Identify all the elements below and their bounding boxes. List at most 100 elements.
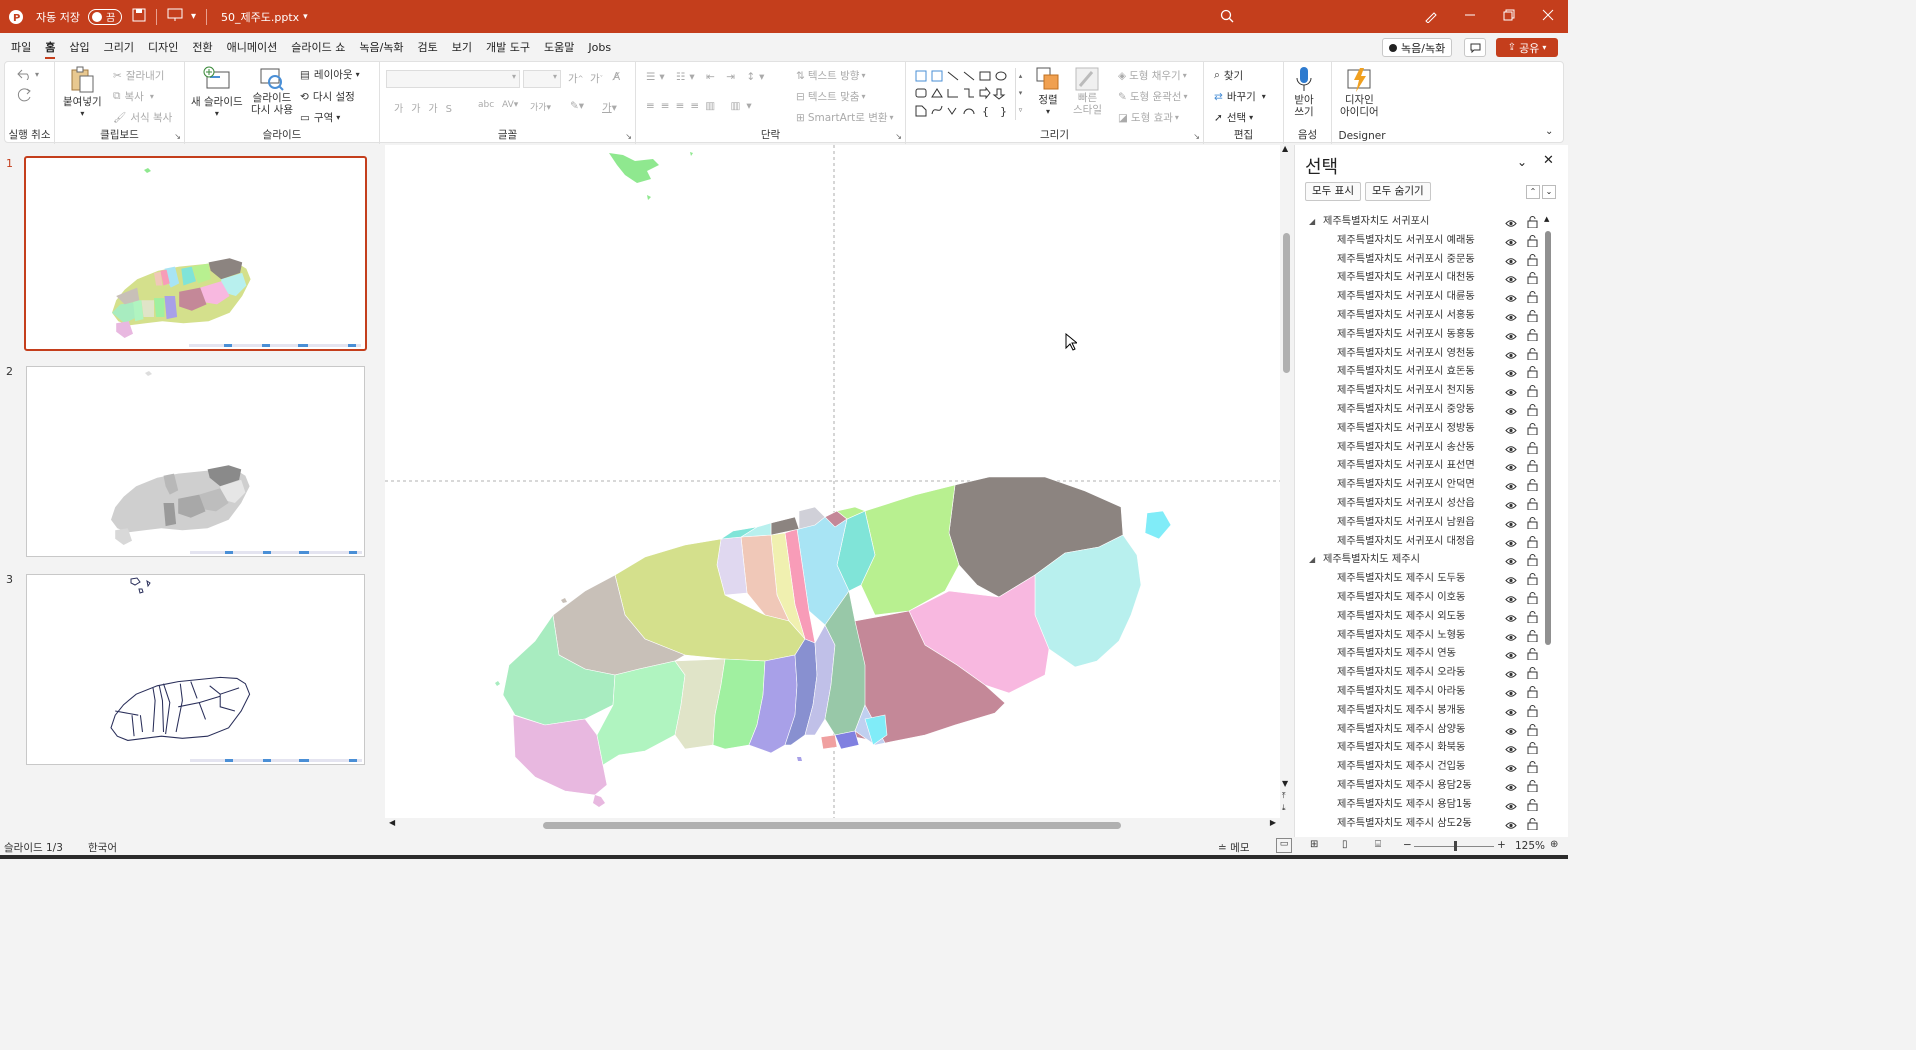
send-backward-icon[interactable]: ⌄ — [1542, 185, 1556, 199]
change-case-icon[interactable]: 가가▾ — [530, 100, 551, 113]
tab-transitions[interactable]: 전환 — [185, 37, 219, 59]
strikethrough-icon[interactable]: abc — [478, 100, 494, 110]
comments-button[interactable] — [1464, 38, 1486, 57]
fit-slide-icon[interactable]: ⊕ — [1550, 839, 1558, 850]
tab-help[interactable]: 도움말 — [537, 37, 581, 59]
slide-canvas[interactable] — [385, 145, 1280, 819]
tab-review[interactable]: 검토 — [411, 37, 445, 59]
tab-file[interactable]: 파일 — [4, 37, 38, 59]
autosave-toggle[interactable]: 끔 — [87, 8, 122, 25]
shapes-gallery[interactable]: {} — [914, 68, 1026, 120]
selection-item-row[interactable]: 제주특별자치도 제주시 이호동 — [1295, 589, 1555, 608]
vertical-scroll-thumb[interactable] — [1283, 233, 1290, 373]
filename-chevron-icon[interactable]: ▾ — [303, 12, 308, 22]
notes-button[interactable]: ≐ 메모 — [1218, 840, 1249, 855]
selection-item-row[interactable]: 제주특별자치도 서귀포시 중앙동 — [1295, 401, 1555, 420]
minimize-icon[interactable] — [1464, 9, 1476, 24]
font-family-box[interactable]: ▾ — [386, 70, 520, 88]
reuse-slides-button[interactable]: 슬라이드 다시 사용 — [251, 66, 293, 116]
select-button[interactable]: ➚ 선택 ▾ — [1214, 110, 1253, 125]
selection-item-row[interactable]: 제주특별자치도 서귀포시 동홍동 — [1295, 326, 1555, 345]
save-icon[interactable] — [132, 8, 146, 25]
selection-item-row[interactable]: 제주특별자치도 제주시 봉개동 — [1295, 702, 1555, 721]
shape-fill-button[interactable]: ◈ 도형 채우기 ▾ — [1118, 68, 1187, 83]
replace-button[interactable]: ⇄ 바꾸기 ▾ — [1214, 89, 1266, 104]
tab-record[interactable]: 녹음/녹화 — [352, 37, 410, 59]
align-text-button[interactable]: ⊟ 텍스트 맞춤 ▾ — [796, 89, 865, 104]
shapes-scroll[interactable]: ▴ ▾ ▿ — [1015, 68, 1025, 120]
collapse-triangle-icon[interactable]: ◢ — [1309, 213, 1315, 232]
highlight-icon[interactable]: ✎▾ — [570, 100, 584, 112]
language-indicator[interactable]: 한국어 — [88, 840, 117, 855]
slide-thumbnail-3[interactable] — [26, 574, 365, 765]
eye-icon[interactable] — [1505, 819, 1517, 838]
selection-item-row[interactable]: 제주특별자치도 제주시 건입동 — [1295, 758, 1555, 777]
zoom-level[interactable]: 125% — [1515, 840, 1545, 852]
tab-developer[interactable]: 개발 도구 — [479, 37, 537, 59]
selection-item-row[interactable]: 제주특별자치도 서귀포시 영천동 — [1295, 345, 1555, 364]
cut-button[interactable]: ✂ 잘라내기 — [113, 68, 164, 83]
selection-item-row[interactable]: 제주특별자치도 제주시 외도동 — [1295, 608, 1555, 627]
file-name[interactable]: 50_제주도.pptx — [221, 9, 299, 25]
selection-item-row[interactable]: 제주특별자치도 제주시 용담1동 — [1295, 796, 1555, 815]
tab-home[interactable]: 홈 — [38, 37, 62, 59]
tab-slideshow[interactable]: 슬라이드 쇼 — [284, 37, 352, 59]
arrange-button[interactable]: 정렬 ▾ — [1035, 66, 1061, 116]
tab-jobs[interactable]: Jobs — [581, 37, 618, 59]
reading-view-icon[interactable]: ▯ — [1342, 839, 1348, 850]
zoom-in-icon[interactable]: + — [1497, 839, 1506, 851]
paragraph-launcher-icon[interactable]: ↘ — [895, 132, 902, 141]
tab-design[interactable]: 디자인 — [141, 37, 185, 59]
clipboard-launcher-icon[interactable]: ↘ — [174, 132, 181, 141]
alignment-buttons[interactable]: ≡≡≡≡▥ ▥▾ — [646, 100, 758, 112]
bring-forward-icon[interactable]: ⌃ — [1526, 185, 1540, 199]
record-button[interactable]: 녹음/녹화 — [1382, 38, 1453, 57]
pane-options-icon[interactable]: ⌄ — [1517, 155, 1527, 169]
slide-sorter-icon[interactable]: ⊞ — [1310, 839, 1318, 850]
tab-draw[interactable]: 그리기 — [97, 37, 141, 59]
format-painter-button[interactable]: 🖌 서식 복사 — [113, 110, 172, 125]
selection-item-row[interactable]: 제주특별자치도 서귀포시 서홍동 — [1295, 307, 1555, 326]
selection-item-row[interactable]: 제주특별자치도 제주시 노형동 — [1295, 627, 1555, 646]
selection-item-row[interactable]: 제주특별자치도 서귀포시 대정읍 — [1295, 533, 1555, 552]
shape-effects-button[interactable]: ◪ 도형 효과 ▾ — [1118, 110, 1179, 125]
hide-all-button[interactable]: 모두 숨기기 — [1365, 182, 1431, 201]
find-button[interactable]: ⌕ 찾기 — [1214, 68, 1243, 83]
unlock-icon[interactable] — [1527, 817, 1538, 838]
collapse-ribbon-icon[interactable]: ⌄ — [1545, 126, 1553, 137]
selection-item-row[interactable]: 제주특별자치도 서귀포시 대륜동 — [1295, 288, 1555, 307]
selection-item-row[interactable]: 제주특별자치도 제주시 연동 — [1295, 645, 1555, 664]
drawing-launcher-icon[interactable]: ↘ — [1193, 132, 1200, 141]
font-launcher-icon[interactable]: ↘ — [625, 132, 632, 141]
copy-button[interactable]: ⧉ 복사 ▾ — [113, 89, 154, 104]
close-icon[interactable] — [1542, 9, 1554, 24]
shrink-font-icon[interactable]: 가ˇ — [590, 71, 603, 86]
slide-thumbnail-2[interactable] — [26, 366, 365, 557]
vertical-scrollbar[interactable]: ▲ ▼ ⤒ ⤓ — [1280, 144, 1293, 819]
pen-icon[interactable] — [1424, 9, 1438, 26]
search-icon[interactable] — [1220, 9, 1234, 26]
char-spacing-icon[interactable]: AV▾ — [502, 100, 518, 110]
paste-button[interactable]: 붙여넣기 ▾ — [63, 66, 102, 118]
selection-item-row[interactable]: 제주특별자치도 서귀포시 정방동 — [1295, 420, 1555, 439]
tab-insert[interactable]: 삽입 — [62, 37, 96, 59]
font-style-buttons[interactable]: 가가가S — [394, 100, 460, 115]
restore-icon[interactable] — [1503, 9, 1515, 24]
normal-view-icon[interactable]: ▭ — [1276, 838, 1292, 853]
grow-font-icon[interactable]: 가 ^ — [568, 71, 584, 86]
selection-item-row[interactable]: 제주특별자치도 서귀포시 송산동 — [1295, 439, 1555, 458]
selection-item-row[interactable]: 제주특별자치도 제주시 삼양동 — [1295, 721, 1555, 740]
clear-format-icon[interactable]: A̸ — [613, 71, 620, 83]
horizontal-scroll-thumb[interactable] — [543, 822, 1121, 829]
show-all-button[interactable]: 모두 표시 — [1305, 182, 1361, 201]
designer-button[interactable]: 디자인 아이디어 — [1340, 66, 1379, 118]
zoom-slider[interactable] — [1414, 841, 1494, 851]
text-direction-button[interactable]: ⇅ 텍스트 방향 ▾ — [796, 68, 865, 83]
pane-scrollbar[interactable]: ▲ — [1544, 215, 1552, 837]
collapse-triangle-icon[interactable]: ◢ — [1309, 551, 1315, 570]
selection-item-row[interactable]: 제주특별자치도 서귀포시 예래동 — [1295, 232, 1555, 251]
selection-item-row[interactable]: 제주특별자치도 제주시 삼도2동 — [1295, 815, 1555, 834]
selection-group-row[interactable]: ◢ 제주특별자치도 서귀포시 — [1295, 213, 1555, 232]
font-color-icon[interactable]: 가 ▾ — [602, 100, 617, 115]
selection-item-row[interactable]: 제주특별자치도 서귀포시 천지동 — [1295, 382, 1555, 401]
